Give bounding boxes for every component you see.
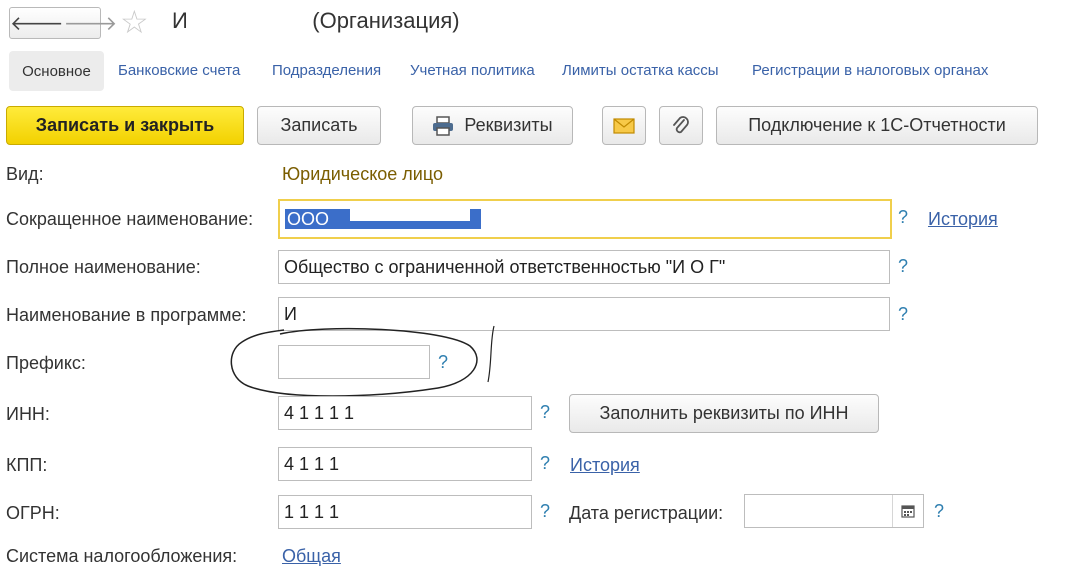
mail-button[interactable]: [602, 106, 646, 145]
navigation-buttons: 🡐 🡒: [9, 7, 117, 39]
program-name-label: Наименование в программе:: [6, 305, 247, 325]
attach-button[interactable]: [659, 106, 703, 145]
tab-main[interactable]: Основное: [9, 51, 104, 91]
arrow-left-icon[interactable]: 🡐: [10, 8, 64, 38]
kpp-input[interactable]: 4 1 1 1: [278, 447, 532, 481]
help-icon[interactable]: ?: [540, 501, 550, 522]
short-name-input[interactable]: ООО: [278, 199, 892, 239]
tax-system-link[interactable]: Общая: [282, 546, 341, 567]
full-name-label: Полное наименование:: [6, 257, 201, 277]
help-icon[interactable]: ?: [540, 453, 550, 474]
envelope-icon: [613, 117, 635, 134]
save-button[interactable]: Записать: [257, 106, 381, 145]
star-icon[interactable]: ☆: [120, 4, 149, 40]
reg-date-label: Дата регистрации:: [569, 503, 724, 523]
hand-drawn-circle: [230, 325, 495, 397]
help-icon[interactable]: ?: [898, 256, 908, 277]
printer-icon: [433, 115, 454, 136]
arrow-right-icon[interactable]: 🡒: [64, 8, 118, 38]
history-link[interactable]: История: [928, 209, 998, 230]
kpp-label: КПП:: [6, 455, 48, 475]
ogrn-label: ОГРН:: [6, 503, 60, 523]
prefix-label: Префикс:: [6, 353, 86, 373]
reg-date-input[interactable]: [744, 494, 924, 528]
paperclip-icon: [673, 115, 689, 133]
calendar-icon[interactable]: [892, 495, 923, 527]
requisites-label: Реквизиты: [464, 115, 553, 135]
kind-label: Вид:: [6, 164, 44, 184]
help-icon[interactable]: ?: [934, 501, 944, 522]
tab-cash-limits[interactable]: Лимиты остатка кассы: [562, 62, 719, 79]
tax-system-label: Система налогообложения:: [6, 546, 238, 566]
help-icon[interactable]: ?: [898, 207, 908, 228]
tab-departments[interactable]: Подразделения: [272, 62, 381, 79]
fill-by-inn-button[interactable]: Заполнить реквизиты по ИНН: [569, 394, 879, 433]
kind-value[interactable]: Юридическое лицо: [282, 164, 443, 185]
tab-bank-accounts[interactable]: Банковские счета: [118, 62, 240, 79]
requisites-button[interactable]: Реквизиты: [412, 106, 573, 145]
short-name-label: Сокращенное наименование:: [6, 209, 254, 229]
redaction-mask: [186, 10, 312, 34]
tab-accounting-policy[interactable]: Учетная политика: [410, 62, 535, 79]
inn-label: ИНН:: [6, 404, 50, 424]
connect-reporting-button[interactable]: Подключение к 1С-Отчетности: [716, 106, 1038, 145]
help-icon[interactable]: ?: [540, 402, 550, 423]
save-and-close-button[interactable]: Записать и закрыть: [6, 106, 244, 145]
inn-input[interactable]: 4 1 1 1 1: [278, 396, 532, 430]
redaction-mask: [350, 205, 470, 221]
ogrn-input[interactable]: 1 1 1 1: [278, 495, 532, 529]
calendar-glyph: [901, 505, 915, 518]
help-icon[interactable]: ?: [898, 304, 908, 325]
full-name-input[interactable]: Общество с ограниченной ответственностью…: [278, 250, 890, 284]
tab-tax-registrations[interactable]: Регистрации в налоговых органах: [752, 62, 988, 79]
history-link[interactable]: История: [570, 455, 640, 476]
